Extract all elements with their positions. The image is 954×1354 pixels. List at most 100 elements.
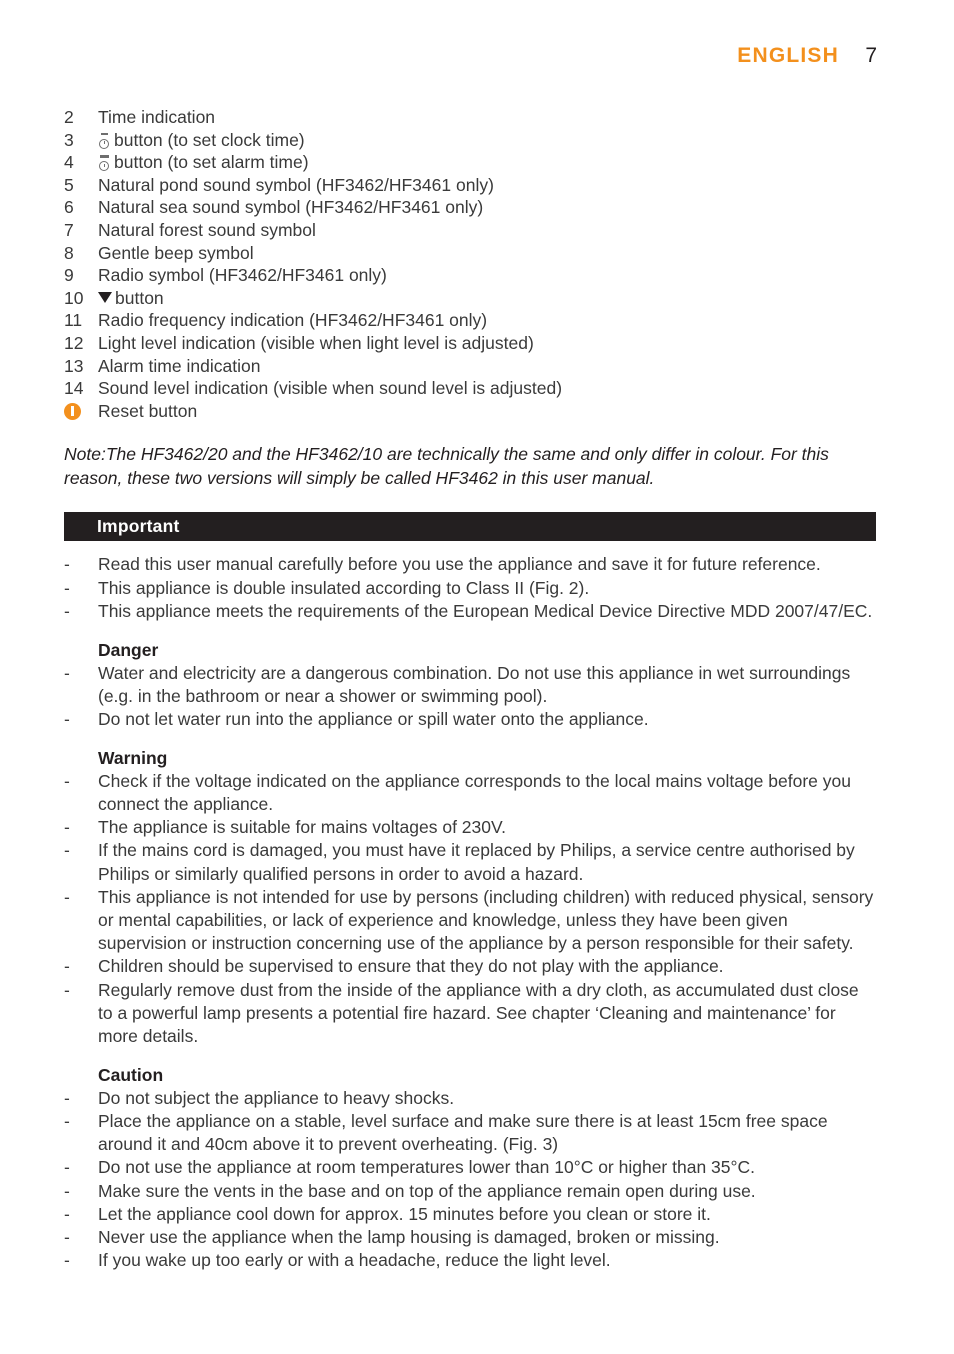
bullet-item: - The appliance is suitable for mains vol…: [64, 816, 880, 839]
legend-list: 2 Time indication 3 button (to set clock ti…: [64, 106, 880, 422]
note-paragraph: Note:The HF3462/20 and the HF3462/10 are…: [64, 443, 864, 490]
bullet-dash-marker: -: [64, 1226, 70, 1247]
bullet-text: Place the appliance on a stable, level s…: [98, 1110, 828, 1155]
bullet-dash-marker: -: [64, 577, 70, 598]
legend-item-number: 10: [64, 287, 84, 308]
page-running-header: ENGLISH 7: [737, 44, 877, 68]
bullet-text: Children should be supervised to ensure …: [98, 956, 724, 977]
legend-item-text: Natural forest sound symbol: [98, 219, 316, 240]
bullet-item: - Do not subject the appliance to heavy s…: [64, 1087, 880, 1110]
bullet-text: This appliance is not intended for use b…: [98, 886, 874, 954]
bullet-text: If the mains cord is damaged, you must h…: [98, 840, 855, 884]
warning-bullet-list: - Check if the voltage indicated on the a…: [64, 770, 880, 1048]
legend-item-label: Radio symbol (HF3462/HF3461 only): [98, 264, 880, 287]
bullet-text: Do not let water run into the appliance …: [98, 708, 649, 729]
legend-item-label: Reset button: [98, 400, 880, 423]
legend-item: Reset button: [64, 400, 880, 423]
bullet-item: - Children should be supervised to ensure…: [64, 955, 880, 978]
bullet-dash-marker: -: [64, 817, 70, 838]
reset-badge-icon: [64, 400, 98, 423]
legend-item-number: 6: [64, 197, 74, 218]
legend-item-label: Natural forest sound symbol: [98, 219, 880, 242]
bullet-text: Regularly remove dust from the inside of…: [98, 979, 859, 1046]
bullet-text: Do not use the appliance at room tempera…: [98, 1157, 756, 1178]
bullet-item: - Water and electricity are a dangerous c…: [64, 662, 880, 708]
bullet-item: - This appliance meets the requirements o…: [64, 600, 880, 623]
legend-item-label: button (to set clock time): [98, 129, 880, 152]
bullet-dash-marker: -: [64, 1180, 70, 1201]
legend-item-text: button: [115, 287, 164, 308]
bullet-dash-marker: -: [64, 1087, 70, 1108]
legend-item-label: Natural sea sound symbol (HF3462/HF3461 …: [98, 196, 880, 219]
clock-icon-cap: [99, 155, 109, 159]
legend-item-number: 14: [64, 378, 84, 399]
bullet-dash-marker: -: [64, 600, 70, 621]
bullet-item: - Regularly remove dust from the inside o…: [64, 979, 880, 1049]
header-language-label: ENGLISH: [737, 44, 839, 67]
bullet-dash-marker: -: [64, 554, 70, 575]
page-content: 2 Time indication 3 button (to set clock ti…: [64, 106, 880, 1272]
bullet-item: - Read this user manual carefully before …: [64, 553, 880, 576]
bullet-item: - Never use the appliance when the lamp h…: [64, 1226, 880, 1249]
bullet-item: - Do not use the appliance at room temper…: [64, 1156, 880, 1179]
manual-page: ENGLISH 7 2 Time indication 3 button (to se…: [0, 0, 954, 1354]
legend-item: 9 Radio symbol (HF3462/HF3461 only): [64, 264, 880, 287]
legend-item: 12 Light level indication (visible when l…: [64, 332, 880, 355]
bullet-text: The appliance is suitable for mains volt…: [98, 817, 506, 838]
bullet-dash-marker: -: [64, 1157, 70, 1178]
bullet-item: - This appliance is not intended for use …: [64, 886, 880, 956]
bullet-item: - Check if the voltage indicated on the a…: [64, 770, 880, 816]
legend-item: 13 Alarm time indication: [64, 355, 880, 378]
bullet-item: - Let the appliance cool down for approx.…: [64, 1203, 880, 1226]
legend-item-text: button (to set alarm time): [114, 152, 309, 173]
important-bullet-list: - Read this user manual carefully before …: [64, 553, 880, 623]
heading-danger: Danger: [98, 639, 159, 660]
clock-icon: [98, 132, 112, 149]
section-bar-important: Important: [64, 512, 876, 542]
legend-item-number: 3: [64, 129, 74, 150]
legend-item: 6 Natural sea sound symbol (HF3462/HF3461…: [64, 196, 880, 219]
bullet-dash-marker: -: [64, 1203, 70, 1224]
legend-item-label: Natural pond sound symbol (HF3462/HF3461…: [98, 174, 880, 197]
heading-caution: Caution: [98, 1065, 164, 1086]
legend-item-label: Light level indication (visible when lig…: [98, 332, 880, 355]
legend-item-text: Gentle beep symbol: [98, 242, 254, 263]
bullet-dash-marker: -: [64, 840, 70, 861]
caution-bullet-list: - Do not subject the appliance to heavy s…: [64, 1087, 880, 1273]
legend-item-number: 13: [64, 355, 84, 376]
legend-item-text: Radio frequency indication (HF3462/HF346…: [98, 310, 488, 331]
legend-item-number: 8: [64, 242, 74, 263]
bullet-text: If you wake up too early or with a heada…: [98, 1250, 611, 1271]
legend-item: 4 button (to set alarm time): [64, 151, 880, 174]
bullet-item: - Do not let water run into the appliance…: [64, 708, 880, 731]
clock-icon-cap: [100, 132, 108, 135]
bullet-dash-marker: -: [64, 1110, 70, 1131]
bullet-dash-marker: -: [64, 708, 70, 729]
legend-item-text: Natural pond sound symbol (HF3462/HF3461…: [98, 174, 494, 195]
clock-icon-dial: [99, 161, 109, 172]
legend-item-number: 11: [64, 310, 83, 331]
legend-item-text: Radio symbol (HF3462/HF3461 only): [98, 265, 387, 286]
bullet-dash-marker: -: [64, 886, 70, 907]
bullet-item: - Make sure the vents in the base and on …: [64, 1180, 880, 1203]
triangle-down-icon: [98, 291, 112, 303]
legend-item-text: button (to set clock time): [114, 129, 305, 150]
legend-item-label: button: [98, 287, 880, 310]
legend-item-label: Alarm time indication: [98, 355, 880, 378]
reset-badge-shape: [64, 402, 81, 420]
alarm-clock-icon: [98, 155, 112, 172]
legend-item-label: Time indication: [98, 106, 880, 129]
legend-item: 10 button: [64, 287, 880, 310]
heading-warning: Warning: [98, 748, 168, 769]
legend-item-label: Gentle beep symbol: [98, 242, 880, 265]
bullet-text: Do not subject the appliance to heavy sh…: [98, 1087, 455, 1108]
bullet-item: - This appliance is double insulated acco…: [64, 577, 880, 600]
bullet-dash-marker: -: [64, 770, 70, 791]
bullet-text: Let the appliance cool down for approx. …: [98, 1203, 711, 1224]
section-bar-title: Important: [97, 516, 180, 537]
legend-item: 11 Radio frequency indication (HF3462/HF3…: [64, 309, 880, 332]
legend-item-number: 5: [64, 174, 74, 195]
bullet-dash-marker: -: [64, 956, 70, 977]
bullet-text: Never use the appliance when the lamp ho…: [98, 1226, 720, 1247]
note-line-2: reason, these two versions will simply b…: [64, 467, 655, 488]
